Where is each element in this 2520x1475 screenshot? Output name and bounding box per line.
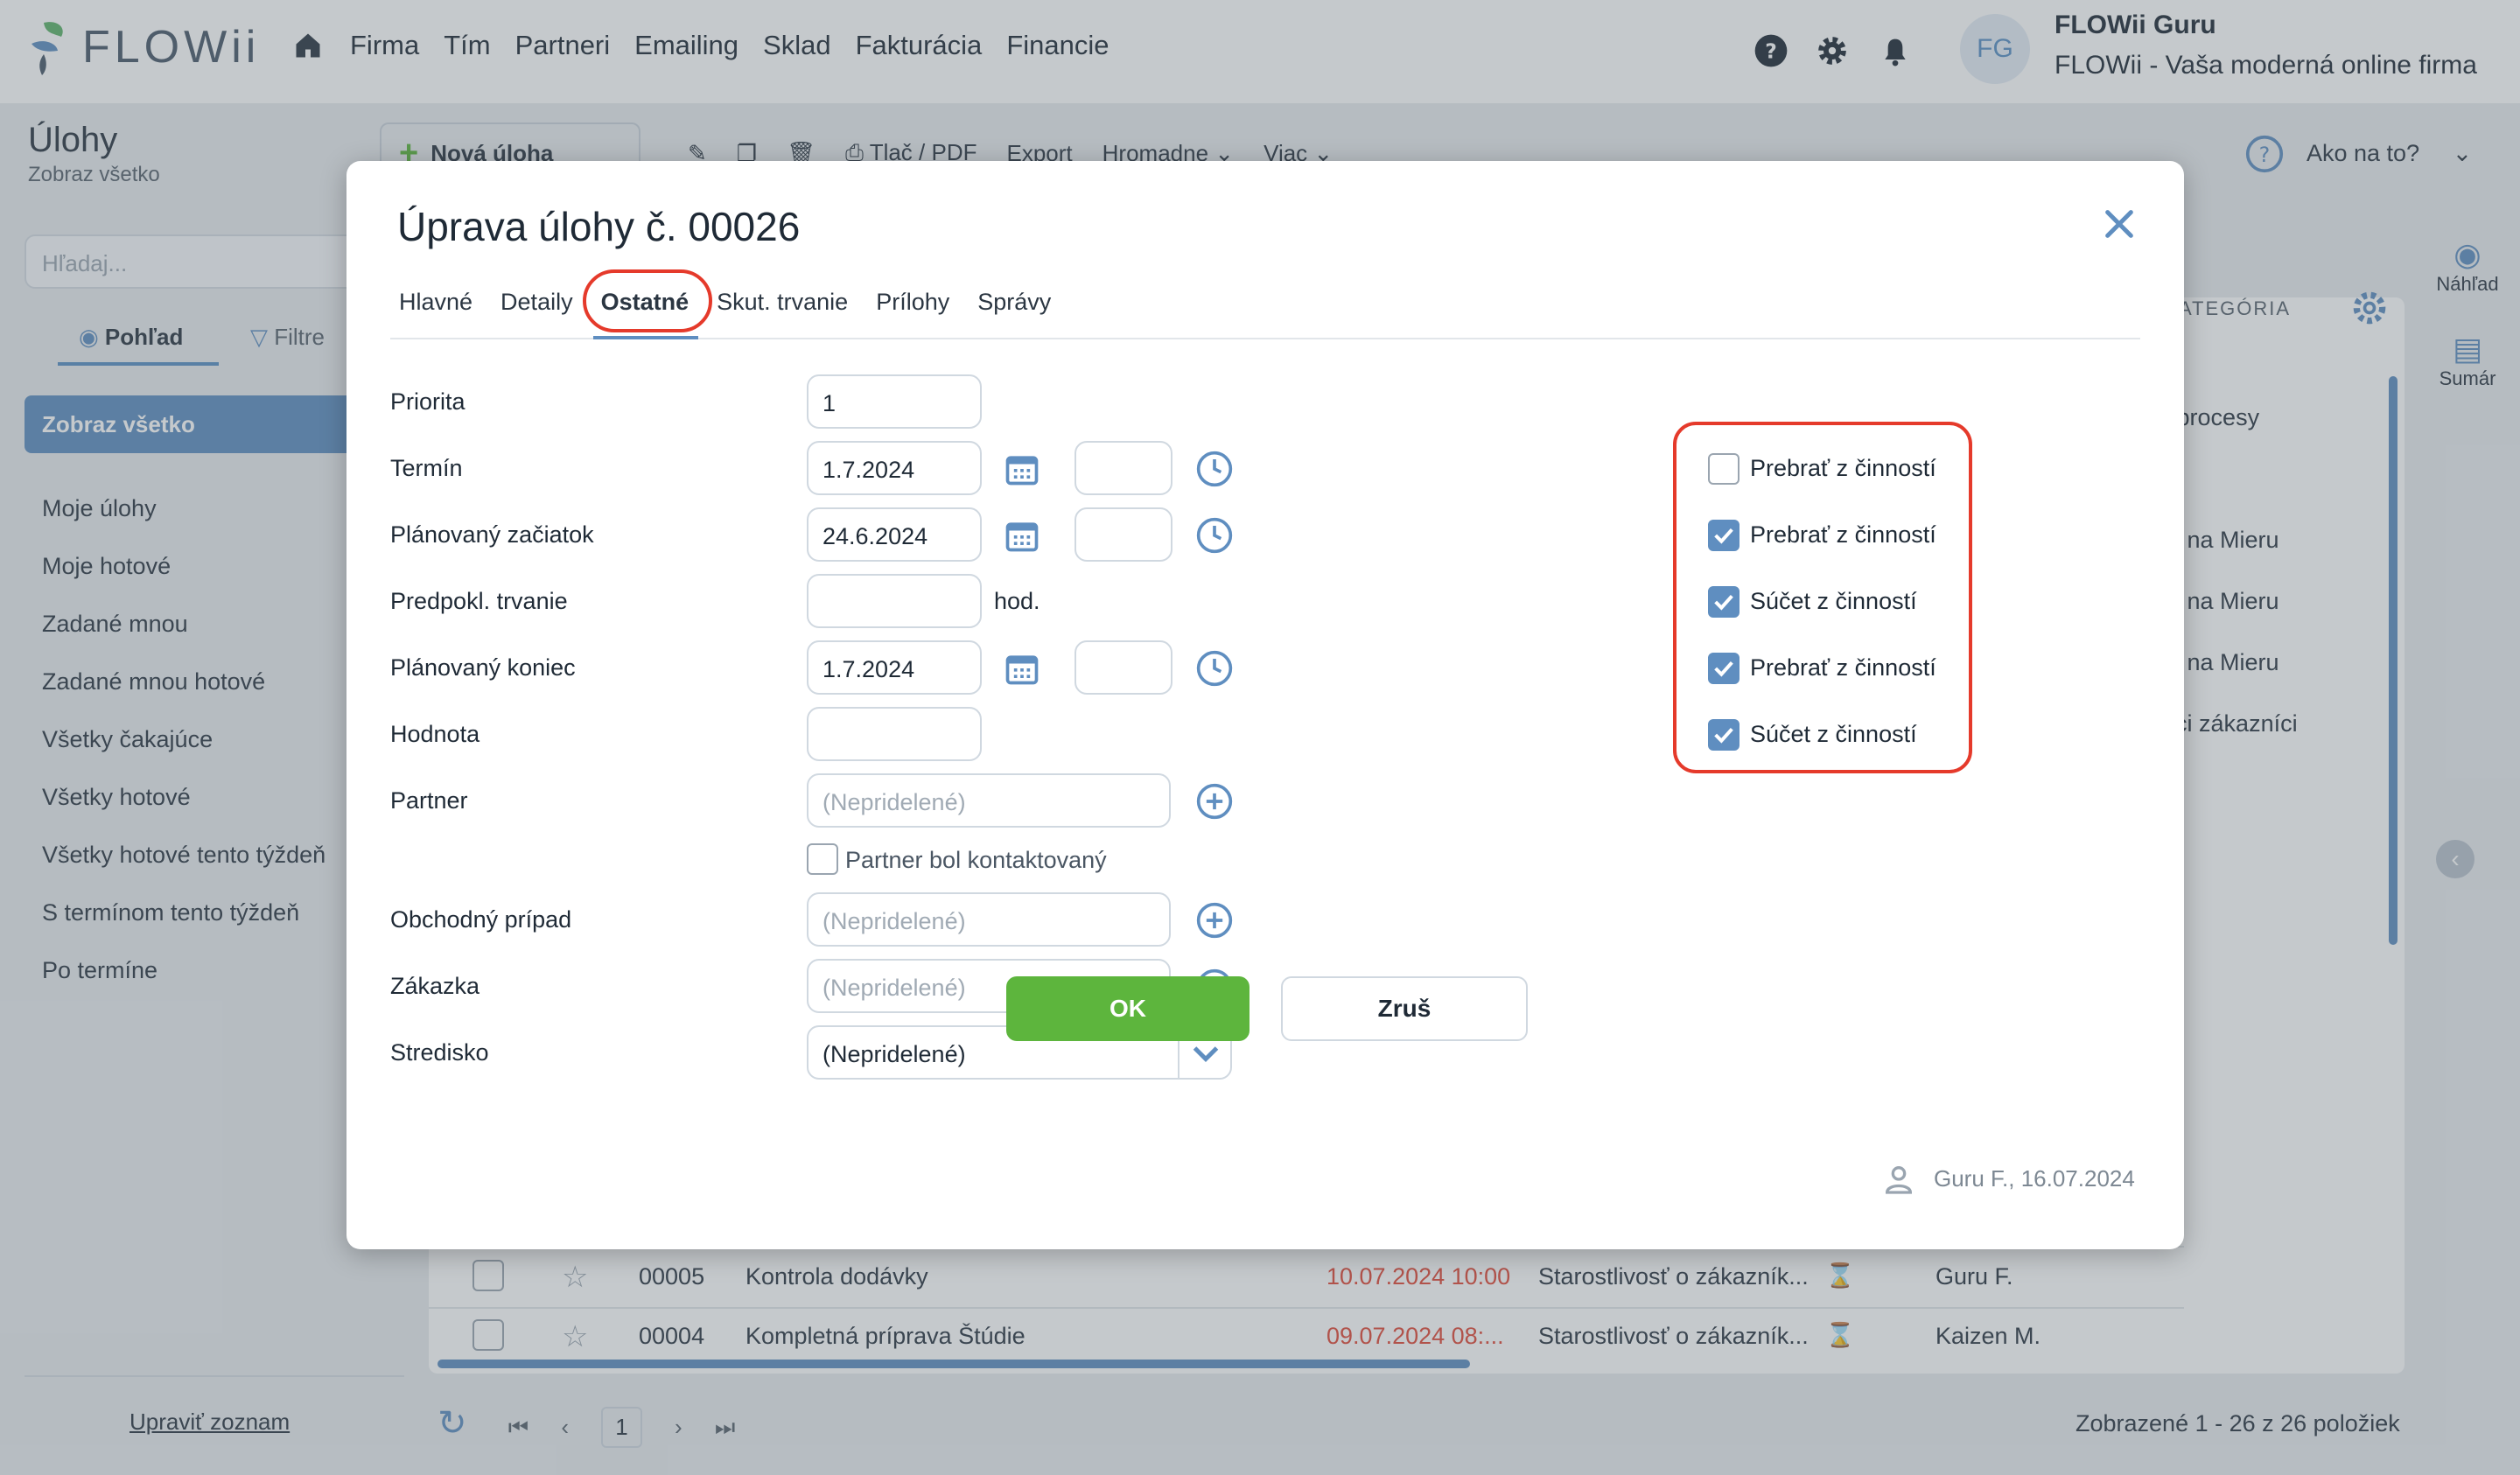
est-duration-label: Predpokl. trvanie (390, 588, 568, 614)
center-select-value: (Nepridelené) (822, 1041, 966, 1067)
clock-icon[interactable] (1195, 450, 1234, 488)
close-icon[interactable] (2102, 206, 2137, 241)
take-from-activities-checkbox[interactable] (1708, 453, 1740, 485)
calendar-icon[interactable] (1003, 649, 1041, 688)
check-icon (1714, 727, 1733, 744)
sum-from-activities-checkbox[interactable] (1708, 719, 1740, 751)
partner-label: Partner (390, 787, 468, 814)
deadline-label: Termín (390, 455, 463, 481)
checkbox-label: Súčet z činností (1750, 588, 1917, 614)
hours-unit: hod. (994, 588, 1040, 614)
checkbox-label: Súčet z činností (1750, 721, 1917, 747)
partner-contacted-checkbox[interactable] (807, 843, 838, 875)
priority-label: Priorita (390, 388, 466, 415)
deadline-date-input[interactable]: 1.7.2024 (807, 441, 982, 495)
tab-active-underline (593, 336, 698, 339)
ok-button[interactable]: OK (1006, 976, 1250, 1041)
deal-input[interactable]: (Nepridelené) (807, 892, 1171, 947)
cancel-button[interactable]: Zruš (1281, 976, 1528, 1041)
planned-start-label: Plánovaný začiatok (390, 521, 594, 548)
checkbox-label: Prebrať z činností (1750, 455, 1936, 481)
highlight-annotation (583, 269, 712, 332)
partner-input[interactable]: (Nepridelené) (807, 773, 1171, 828)
clock-icon[interactable] (1195, 649, 1234, 688)
tab-attachments[interactable]: Prílohy (876, 289, 949, 316)
planned-end-time-input[interactable] (1074, 640, 1172, 695)
check-icon (1714, 661, 1733, 677)
value-input[interactable] (807, 707, 982, 761)
tab-details[interactable]: Detaily (500, 289, 573, 316)
checkbox-label: Prebrať z činností (1750, 521, 1936, 548)
tab-messages[interactable]: Správy (977, 289, 1051, 316)
deal-label: Obchodný prípad (390, 906, 572, 933)
planned-start-date-input[interactable]: 24.6.2024 (807, 507, 982, 562)
take-from-activities-checkbox[interactable] (1708, 653, 1740, 684)
author-info: Guru F., 16.07.2024 (1934, 1165, 2135, 1192)
dialog-title: Úprava úlohy č. 00026 (397, 204, 801, 249)
partner-contacted-label: Partner bol kontaktovaný (845, 847, 1107, 873)
tab-actual-duration[interactable]: Skut. trvanie (717, 289, 848, 316)
sum-from-activities-checkbox[interactable] (1708, 586, 1740, 618)
add-circle-icon[interactable] (1195, 901, 1234, 940)
checkbox-label: Prebrať z činností (1750, 654, 1936, 681)
planned-end-date-input[interactable]: 1.7.2024 (807, 640, 982, 695)
planned-start-time-input[interactable] (1074, 507, 1172, 562)
value-label: Hodnota (390, 721, 480, 747)
priority-input[interactable]: 1 (807, 374, 982, 429)
tab-main[interactable]: Hlavné (399, 289, 472, 316)
add-circle-icon[interactable] (1195, 782, 1234, 821)
dialog-tabs: Hlavné Detaily Ostatné Skut. trvanie Prí… (399, 289, 1051, 316)
calendar-icon[interactable] (1003, 450, 1041, 488)
check-icon (1714, 528, 1733, 544)
planned-end-label: Plánovaný koniec (390, 654, 576, 681)
est-duration-input[interactable] (807, 574, 982, 628)
center-label: Stredisko (390, 1039, 489, 1066)
take-from-activities-checkbox[interactable] (1708, 520, 1740, 551)
check-icon (1714, 594, 1733, 611)
user-icon (1885, 1166, 1913, 1194)
order-label: Zákazka (390, 973, 480, 999)
clock-icon[interactable] (1195, 516, 1234, 555)
calendar-icon[interactable] (1003, 516, 1041, 555)
deadline-time-input[interactable] (1074, 441, 1172, 495)
edit-task-dialog: Úprava úlohy č. 00026 Hlavné Detaily Ost… (346, 161, 2184, 1249)
